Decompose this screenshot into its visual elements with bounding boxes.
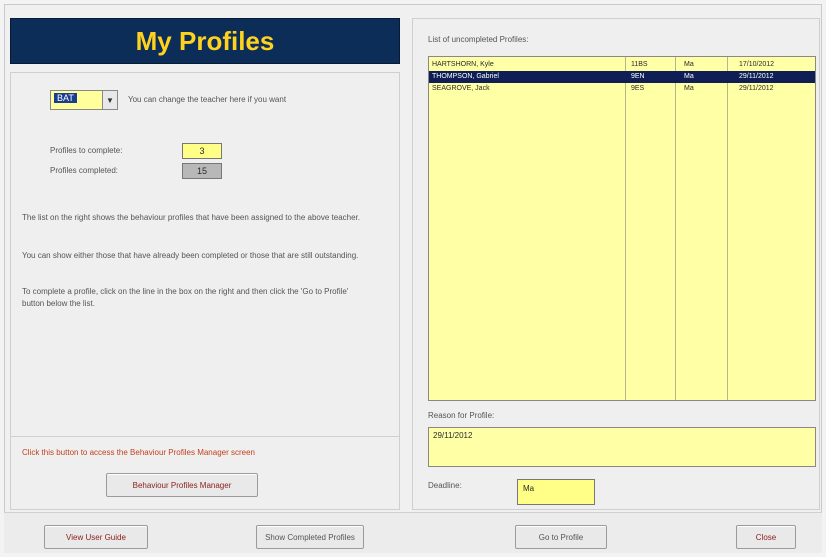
deadline-field[interactable]: Ma <box>517 479 595 505</box>
info-paragraph-3: To complete a profile, click on the line… <box>22 287 349 308</box>
row-subject: Ma <box>684 73 694 80</box>
completed-label: Profiles completed: <box>50 166 119 175</box>
reason-label: Reason for Profile: <box>428 411 495 420</box>
column-divider <box>727 57 728 400</box>
row-name: SEAGROVE, Jack <box>432 85 490 92</box>
column-divider <box>625 57 626 400</box>
row-code: 9EN <box>631 73 645 80</box>
row-date: 29/11/2012 <box>739 73 774 80</box>
row-code: 9ES <box>631 85 645 92</box>
view-user-guide-button[interactable]: View User Guide <box>44 525 148 549</box>
row-subject: Ma <box>684 61 694 68</box>
completed-value: 15 <box>182 163 222 179</box>
to-complete-label: Profiles to complete: <box>50 146 123 155</box>
list-row[interactable]: SEAGROVE, Jack 9ES Ma 29/11/2012 <box>429 83 815 95</box>
column-divider <box>675 57 676 400</box>
deadline-label: Deadline: <box>428 481 462 490</box>
info-paragraph-2: You can show either those that have alre… <box>22 251 359 260</box>
profiles-list[interactable]: HARTSHORN, Kyle 11BS Ma 17/10/2012 THOMPSON,… <box>428 56 816 401</box>
manager-hint: Click this button to access the Behaviou… <box>22 448 256 457</box>
go-to-profile-button[interactable]: Go to Profile <box>515 525 607 549</box>
row-code: 11BS <box>631 61 648 68</box>
left-panel-divider <box>10 436 400 437</box>
row-date: 29/11/2012 <box>739 85 774 92</box>
reason-field[interactable]: 29/11/2012 <box>428 427 816 467</box>
info-paragraph-1: The list on the right shows the behaviou… <box>22 213 360 222</box>
row-subject: Ma <box>684 85 694 92</box>
row-name: HARTSHORN, Kyle <box>432 61 494 68</box>
behaviour-profiles-manager-button[interactable]: Behaviour Profiles Manager <box>106 473 258 497</box>
close-button[interactable]: Close <box>736 525 796 549</box>
chevron-down-icon[interactable]: ▼ <box>102 91 117 109</box>
teacher-select[interactable]: BAT ▼ <box>50 90 118 110</box>
show-completed-profiles-button[interactable]: Show Completed Profiles <box>256 525 364 549</box>
row-name: THOMPSON, Gabriel <box>432 73 499 80</box>
list-row[interactable]: THOMPSON, Gabriel 9EN Ma 29/11/2012 <box>429 71 815 83</box>
list-row[interactable]: HARTSHORN, Kyle 11BS Ma 17/10/2012 <box>429 59 815 71</box>
teacher-select-value: BAT <box>51 91 102 109</box>
row-date: 17/10/2012 <box>739 61 775 68</box>
list-label: List of uncompleted Profiles: <box>428 35 529 44</box>
to-complete-value: 3 <box>182 143 222 159</box>
teacher-hint: You can change the teacher here if you w… <box>128 95 287 104</box>
page-title: My Profiles <box>10 18 400 64</box>
